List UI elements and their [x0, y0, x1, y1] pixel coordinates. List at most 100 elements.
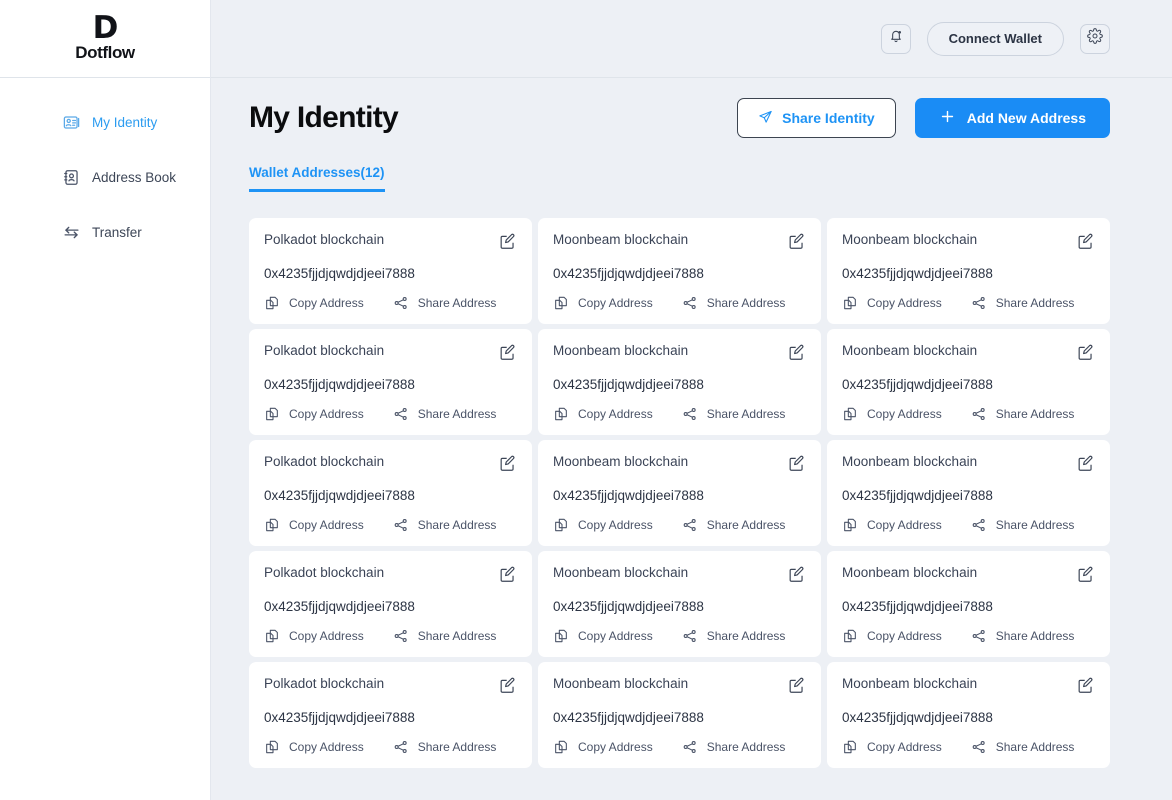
paper-plane-icon [758, 109, 773, 127]
share-nodes-icon [393, 628, 409, 644]
card-wallet-address: 0x4235fjjdjqwdjdjeei7888 [553, 599, 704, 614]
edit-pencil-icon[interactable] [1076, 676, 1095, 695]
card-chain-name: Polkadot blockchain [264, 676, 385, 691]
edit-pencil-icon[interactable] [787, 676, 806, 695]
share-address-label: Share Address [417, 407, 497, 421]
copy-address-label: Copy Address [578, 296, 653, 310]
share-address-button[interactable]: Share Address [971, 628, 1075, 644]
copy-address-button[interactable]: Copy Address [553, 739, 653, 755]
edit-pencil-icon[interactable] [787, 343, 806, 362]
address-card: Polkadot blockchain 0x4235fjjdjqwdjdjeei7… [249, 662, 532, 768]
copy-address-button[interactable]: Copy Address [264, 406, 364, 422]
tab-wallet-addresses[interactable]: Wallet Addresses(12) [249, 165, 385, 192]
copy-address-label: Copy Address [289, 407, 364, 421]
share-address-button[interactable]: Share Address [393, 517, 496, 533]
sidebar-item-my-identity[interactable]: My Identity [0, 105, 210, 139]
copy-address-button[interactable]: Copy Address [842, 628, 942, 644]
address-card: Moonbeam blockchain 0x4235fjjdjqwdjdjeei7… [538, 440, 821, 546]
share-address-button[interactable]: Share Address [682, 295, 786, 311]
copy-address-button[interactable]: Copy Address [264, 739, 364, 755]
copy-address-button[interactable]: Copy Address [553, 517, 653, 533]
share-address-button[interactable]: Share Address [393, 406, 497, 422]
copy-address-button[interactable]: Copy Address [264, 628, 364, 644]
edit-pencil-icon[interactable] [787, 232, 806, 251]
share-address-button[interactable]: Share Address [971, 739, 1074, 755]
copy-address-button[interactable]: Copy Address [553, 295, 653, 311]
share-address-button[interactable]: Share Address [682, 739, 785, 755]
card-header: Moonbeam blockchain [553, 676, 806, 695]
copy-address-button[interactable]: Copy Address [553, 406, 653, 422]
share-address-label: Share Address [706, 296, 786, 310]
copy-icon [842, 406, 858, 422]
card-actions: Copy Address Share Address [842, 295, 1095, 311]
share-address-button[interactable]: Share Address [971, 295, 1074, 311]
share-nodes-icon [393, 739, 409, 755]
copy-address-label: Copy Address [867, 518, 942, 532]
edit-pencil-icon[interactable] [498, 232, 517, 251]
copy-address-button[interactable]: Copy Address [264, 295, 364, 311]
share-address-label: Share Address [706, 518, 786, 532]
card-actions: Copy Address Share Address [842, 406, 1095, 422]
share-nodes-icon [682, 628, 698, 644]
share-address-button[interactable]: Share Address [682, 628, 785, 644]
copy-address-label: Copy Address [578, 407, 653, 421]
share-address-button[interactable]: Share Address [393, 739, 497, 755]
edit-pencil-icon[interactable] [787, 565, 806, 584]
share-address-label: Share Address [995, 629, 1075, 643]
edit-pencil-icon[interactable] [498, 565, 517, 584]
copy-address-label: Copy Address [578, 740, 653, 754]
edit-pencil-icon[interactable] [1076, 232, 1095, 251]
copy-icon [842, 295, 858, 311]
card-wallet-address: 0x4235fjjdjqwdjdjeei7888 [842, 377, 993, 392]
copy-address-label: Copy Address [867, 296, 942, 310]
edit-pencil-icon[interactable] [787, 454, 806, 473]
card-actions: Copy Address Share Address [264, 406, 517, 422]
connect-wallet-button[interactable]: Connect Wallet [926, 21, 1064, 56]
edit-pencil-icon[interactable] [1076, 565, 1095, 584]
copy-address-button[interactable]: Copy Address [264, 517, 364, 533]
add-new-address-button[interactable]: Add New Address [914, 98, 1110, 138]
share-address-button[interactable]: Share Address [971, 517, 1074, 533]
share-identity-button[interactable]: Share Identity [737, 98, 896, 138]
notifications-button[interactable] [880, 23, 911, 54]
sidebar-item-address-book[interactable]: Address Book [0, 160, 210, 194]
edit-pencil-icon[interactable] [1076, 454, 1095, 473]
card-chain-name: Moonbeam blockchain [553, 343, 689, 358]
copy-address-label: Copy Address [867, 407, 942, 421]
address-card: Polkadot blockchain 0x4235fjjdjqwdjdjeei7… [249, 440, 532, 546]
settings-button[interactable] [1080, 23, 1110, 54]
share-address-label: Share Address [995, 407, 1075, 421]
card-chain-name: Polkadot blockchain [264, 565, 385, 580]
card-actions: Copy Address Share Address [264, 628, 517, 644]
edit-pencil-icon[interactable] [1076, 343, 1095, 362]
share-address-button[interactable]: Share Address [682, 406, 785, 422]
share-address-button[interactable]: Share Address [393, 628, 496, 644]
brand-logo[interactable]: D Dotflow [0, 0, 210, 78]
copy-icon [264, 739, 280, 755]
page-title: My Identity [249, 101, 399, 134]
copy-address-button[interactable]: Copy Address [842, 406, 942, 422]
share-nodes-icon [393, 517, 409, 533]
card-wallet-address: 0x4235fjjdjqwdjdjeei7888 [264, 377, 415, 392]
copy-address-label: Copy Address [289, 629, 364, 643]
share-address-label: Share Address [417, 740, 497, 754]
share-nodes-icon [971, 406, 987, 422]
address-card: Moonbeam blockchain 0x4235fjjdjqwdjdjeei7… [827, 218, 1110, 324]
share-address-button[interactable]: Share Address [393, 295, 496, 311]
card-actions: Copy Address Share Address [842, 517, 1095, 533]
edit-pencil-icon[interactable] [498, 343, 517, 362]
card-chain-name: Polkadot blockchain [264, 454, 385, 469]
share-address-button[interactable]: Share Address [971, 406, 1075, 422]
address-card-grid: Polkadot blockchain 0x4235fjjdjqwdjdjeei7… [249, 218, 1110, 768]
card-chain-name: Moonbeam blockchain [553, 232, 689, 247]
copy-address-button[interactable]: Copy Address [842, 739, 942, 755]
address-card: Moonbeam blockchain 0x4235fjjdjqwdjdjeei7… [538, 329, 821, 435]
sidebar-item-transfer[interactable]: Transfer [0, 215, 210, 249]
copy-address-button[interactable]: Copy Address [842, 295, 942, 311]
edit-pencil-icon[interactable] [498, 676, 517, 695]
copy-address-button[interactable]: Copy Address [553, 628, 653, 644]
copy-address-button[interactable]: Copy Address [842, 517, 942, 533]
share-address-button[interactable]: Share Address [682, 517, 786, 533]
sidebar-item-label: Address Book [92, 169, 177, 185]
edit-pencil-icon[interactable] [498, 454, 517, 473]
